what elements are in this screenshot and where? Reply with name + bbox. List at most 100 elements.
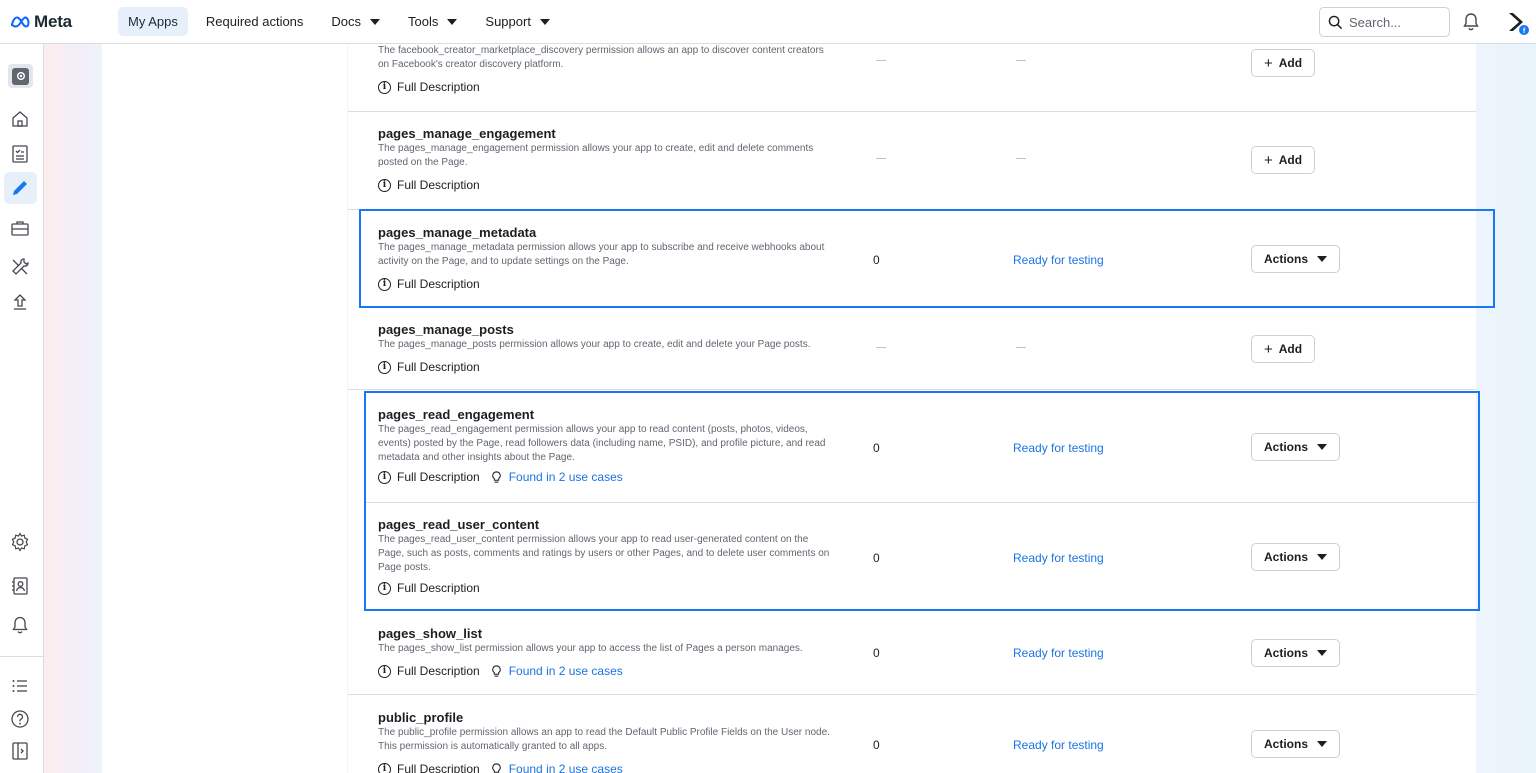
info-icon: i [378, 277, 391, 291]
nav-my-apps[interactable]: My Apps [118, 7, 188, 36]
chevron-down-icon [447, 18, 458, 25]
full-description-link[interactable]: Full Description [397, 277, 480, 291]
use-cases-label: Found in 2 use cases [508, 470, 623, 484]
permission-row-highlighted: pages_manage_metadata The pages_manage_m… [359, 209, 1495, 308]
actions-button[interactable]: Actions [1251, 245, 1341, 273]
nav-label: Support [485, 14, 531, 29]
info-icon: i [378, 360, 391, 374]
use-cases-link[interactable]: Found in 2 use cases [490, 762, 623, 773]
nav-label: Docs [331, 14, 362, 29]
button-label: Add [1278, 56, 1303, 70]
button-label: Actions [1264, 440, 1309, 454]
actions-button[interactable]: Actions [1251, 730, 1341, 758]
settings-icon[interactable] [9, 531, 31, 553]
permission-count: 0 [873, 646, 880, 660]
full-description-link[interactable]: Full Description [397, 360, 480, 374]
checklist-icon[interactable] [9, 143, 31, 165]
upload-icon[interactable] [9, 291, 31, 313]
status-empty-dash [1016, 158, 1026, 159]
permission-description: The facebook_creator_marketplace_discove… [378, 45, 824, 70]
permission-description: The pages_read_user_content permission a… [378, 534, 830, 573]
permission-description: The pages_read_engagement permission all… [378, 424, 826, 463]
permission-name: pages_show_list [378, 626, 483, 641]
permission-count: 0 [873, 551, 880, 565]
count-empty-dash [876, 60, 886, 61]
plus-icon: + [1264, 151, 1273, 169]
home-icon[interactable] [9, 108, 31, 130]
list-icon[interactable] [9, 675, 31, 697]
contact-card-icon[interactable] [9, 575, 31, 597]
use-cases-link[interactable]: Found in 2 use cases [490, 470, 623, 484]
nav-tools[interactable]: Tools [398, 7, 467, 36]
nav-docs[interactable]: Docs [321, 7, 390, 36]
nav-required-actions[interactable]: Required actions [196, 7, 314, 36]
permission-status[interactable]: Ready for testing [1013, 441, 1104, 455]
developer-profile-icon[interactable]: f [1507, 10, 1531, 41]
search-box[interactable] [1319, 7, 1450, 37]
add-button[interactable]: + Add [1251, 146, 1316, 174]
plus-icon: + [1264, 54, 1273, 72]
permission-links: i Full Description [378, 178, 480, 192]
button-label: Actions [1264, 550, 1309, 564]
search-input[interactable] [1349, 14, 1445, 30]
add-button[interactable]: + Add [1251, 49, 1316, 77]
actions-button[interactable]: Actions [1251, 543, 1341, 571]
permission-description: The pages_manage_engagement permission a… [378, 143, 814, 168]
info-icon: i [378, 80, 391, 94]
full-description-link[interactable]: Full Description [397, 664, 480, 678]
info-icon: i [378, 664, 391, 678]
info-icon: i [378, 178, 391, 192]
permission-status[interactable]: Ready for testing [1013, 551, 1104, 565]
permission-row: The facebook_creator_marketplace_discove… [348, 44, 1476, 112]
button-label: Actions [1264, 737, 1309, 751]
use-cases-link[interactable]: Found in 2 use cases [490, 664, 623, 678]
bell-icon[interactable] [9, 614, 31, 636]
row-divider [366, 502, 1478, 503]
chevron-down-icon [370, 18, 381, 25]
chevron-down-icon [1317, 650, 1328, 656]
permission-status[interactable]: Ready for testing [1013, 253, 1104, 267]
pencil-icon[interactable] [9, 177, 31, 199]
full-description-link[interactable]: Full Description [397, 581, 480, 595]
permission-status[interactable]: Ready for testing [1013, 646, 1104, 660]
nav-label: Tools [408, 14, 439, 29]
permission-row: pages_show_list The pages_show_list perm… [348, 612, 1476, 695]
help-icon[interactable] [9, 708, 31, 730]
full-description-link[interactable]: Full Description [397, 470, 480, 484]
button-label: Actions [1264, 252, 1309, 266]
actions-button[interactable]: Actions [1251, 639, 1341, 667]
full-description-link[interactable]: Full Description [397, 178, 480, 192]
nav-support[interactable]: Support [475, 7, 560, 36]
top-navigation: Meta My Apps Required actions Docs Tools… [0, 0, 1536, 44]
full-description-link[interactable]: Full Description [397, 762, 480, 773]
meta-infinity-icon [11, 15, 30, 28]
button-label: Actions [1264, 646, 1309, 660]
tools-icon[interactable] [9, 256, 31, 278]
add-button[interactable]: + Add [1251, 335, 1316, 363]
permission-status[interactable]: Ready for testing [1013, 738, 1104, 752]
chevron-down-icon [1317, 256, 1328, 262]
meta-brand: Meta [34, 11, 72, 31]
permission-links: i Full Description [378, 581, 480, 595]
chevron-down-icon [1317, 741, 1328, 747]
use-cases-label: Found in 2 use cases [508, 762, 623, 773]
actions-button[interactable]: Actions [1251, 433, 1341, 461]
permission-name: pages_read_engagement [378, 407, 535, 422]
app-icon[interactable] [8, 64, 33, 88]
count-empty-dash [876, 158, 886, 159]
nav-label: Required actions [205, 14, 304, 29]
permission-links: i Full Description Found in 2 use cases [378, 762, 623, 773]
button-label: Add [1278, 153, 1303, 167]
count-empty-dash [876, 347, 886, 348]
briefcase-icon[interactable] [9, 217, 31, 239]
meta-logo[interactable]: Meta [10, 12, 100, 32]
gear-icon [16, 72, 25, 80]
status-empty-dash [1016, 60, 1026, 61]
notifications-bell-icon[interactable] [1462, 12, 1480, 36]
chevron-down-icon [1317, 444, 1328, 450]
left-sidebar [0, 44, 44, 773]
panel-toggle-icon[interactable] [9, 740, 31, 762]
plus-icon: + [1264, 340, 1273, 358]
full-description-link[interactable]: Full Description [397, 80, 480, 94]
info-icon: i [378, 581, 391, 595]
